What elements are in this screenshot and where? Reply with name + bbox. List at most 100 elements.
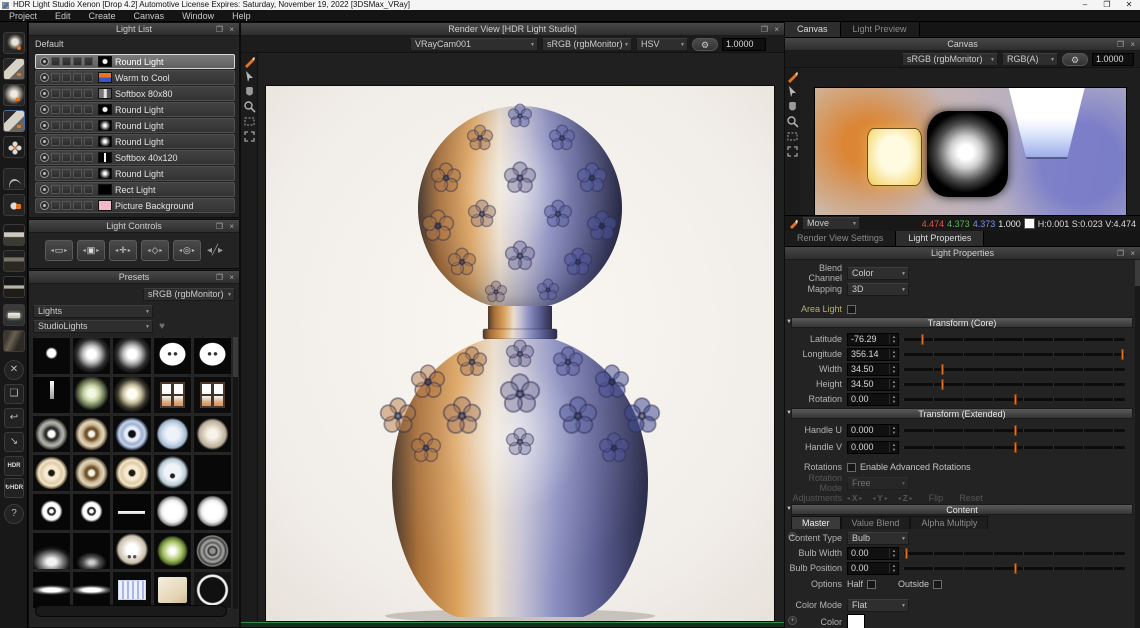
- preset-thumbnail[interactable]: [153, 376, 192, 414]
- light-list-row[interactable]: Softbox 40x120: [35, 150, 235, 165]
- tab-alpha-multiply[interactable]: Alpha Multiply: [910, 516, 988, 529]
- preset-thumbnail[interactable]: [153, 493, 192, 531]
- light-toggle-icon[interactable]: [51, 73, 60, 82]
- content-section[interactable]: Content: [791, 504, 1133, 515]
- close-panel-icon[interactable]: ×: [774, 25, 781, 34]
- spinner-icon[interactable]: ▲▼: [889, 394, 898, 404]
- light-list-row[interactable]: Rect Light: [35, 182, 235, 197]
- light-toggle-icon[interactable]: [84, 201, 93, 210]
- preset-thumbnail[interactable]: [32, 454, 71, 492]
- float-panel-icon[interactable]: ❐: [216, 273, 225, 282]
- rotation-value[interactable]: 0.00: [848, 394, 889, 404]
- slider-handle[interactable]: [1014, 442, 1017, 453]
- light-toggle-icon[interactable]: [73, 185, 82, 194]
- fit-view-icon[interactable]: [786, 145, 799, 158]
- light-group-label[interactable]: Default: [29, 36, 239, 52]
- preset-thumbnail[interactable]: [72, 415, 111, 453]
- cursor-tool-icon[interactable]: [786, 85, 799, 98]
- bulb-position-slider[interactable]: [903, 567, 1125, 570]
- tab-master[interactable]: Master: [791, 516, 841, 529]
- yellow-square-light[interactable]: [868, 129, 921, 185]
- blend-channel-select[interactable]: Color: [847, 267, 909, 280]
- preset-thumbnail[interactable]: [193, 337, 232, 375]
- light-toggle-icon[interactable]: [51, 121, 60, 130]
- light-toggle-icon[interactable]: [62, 89, 71, 98]
- tab-render-view-settings[interactable]: Render View Settings: [785, 231, 896, 246]
- light-toggle-icon[interactable]: [73, 121, 82, 130]
- light-power-toggle-icon[interactable]: [40, 153, 49, 162]
- light-toggle-icon[interactable]: [51, 89, 60, 98]
- light-toggle-icon[interactable]: [62, 73, 71, 82]
- preset-thumbnail[interactable]: [32, 532, 71, 570]
- bulb-width-slider[interactable]: [903, 552, 1125, 555]
- pan-tool-icon[interactable]: [243, 85, 256, 98]
- preset-thumbnail[interactable]: [112, 415, 151, 453]
- light-toggle-icon[interactable]: [62, 201, 71, 210]
- light-list-row[interactable]: Round Light: [35, 118, 235, 133]
- presets-library-select[interactable]: StudioLights: [33, 320, 153, 333]
- light-power-toggle-icon[interactable]: [40, 89, 49, 98]
- preset-thumbnail[interactable]: [112, 532, 151, 570]
- light-toggle-icon[interactable]: [84, 153, 93, 162]
- preset-thumbnail[interactable]: [153, 415, 192, 453]
- preset-thumbnail[interactable]: [193, 454, 232, 492]
- tab-light-properties[interactable]: Light Properties: [896, 231, 984, 246]
- preset-thumbnail[interactable]: [153, 532, 192, 570]
- light-list-row[interactable]: Round Light: [35, 134, 235, 149]
- rotate-light-button[interactable]: ◂◇▸: [141, 240, 169, 261]
- canvas-tool-select[interactable]: Move: [802, 217, 860, 230]
- handle-v-slider[interactable]: [903, 446, 1125, 449]
- slider-handle[interactable]: [1014, 425, 1017, 436]
- close-panel-icon[interactable]: ×: [229, 25, 236, 34]
- handle-u-value[interactable]: 0.000: [848, 425, 889, 435]
- preset-thumbnail[interactable]: [112, 571, 151, 609]
- light-power-toggle-icon[interactable]: [40, 57, 49, 66]
- width-value[interactable]: 34.50: [848, 364, 889, 374]
- light-toggle-icon[interactable]: [84, 105, 93, 114]
- outside-checkbox[interactable]: [933, 580, 942, 589]
- light-power-toggle-icon[interactable]: [40, 105, 49, 114]
- rect-light-tool-icon[interactable]: [3, 58, 25, 80]
- gradient-light-tool-icon[interactable]: [3, 250, 25, 272]
- tab-value-blend[interactable]: Value Blend: [841, 516, 911, 529]
- light-list-row[interactable]: Round Light: [35, 102, 235, 117]
- height-value[interactable]: 34.50: [848, 379, 889, 389]
- float-panel-icon[interactable]: ❐: [1117, 40, 1126, 49]
- preset-thumbnail[interactable]: [193, 376, 232, 414]
- presets-colorspace-select[interactable]: sRGB (rgbMonitor): [143, 288, 235, 301]
- light-toggle-icon[interactable]: [62, 169, 71, 178]
- preset-thumbnail[interactable]: [32, 571, 71, 609]
- preset-thumbnail[interactable]: [112, 376, 151, 414]
- light-toggle-icon[interactable]: [51, 185, 60, 194]
- rotation-slider[interactable]: [903, 398, 1125, 401]
- render-colorspace-select[interactable]: sRGB (rgbMonitor): [542, 38, 632, 51]
- light-toggle-icon[interactable]: [62, 57, 71, 66]
- scene-light-tool-icon[interactable]: [3, 330, 25, 352]
- slider-handle[interactable]: [921, 334, 924, 345]
- canvas-channel-select[interactable]: RGB(A): [1002, 53, 1058, 66]
- tab-canvas[interactable]: Canvas: [785, 22, 841, 37]
- redo-icon[interactable]: ↘: [4, 432, 24, 452]
- float-panel-icon[interactable]: ❐: [216, 222, 225, 231]
- gear-icon[interactable]: ⚙: [1062, 53, 1088, 66]
- light-toggle-icon[interactable]: [62, 121, 71, 130]
- light-toggle-icon[interactable]: [84, 185, 93, 194]
- render-exposure-value[interactable]: 1.0000: [723, 39, 765, 49]
- spinner-icon[interactable]: ▲▼: [889, 425, 898, 435]
- preset-thumbnail[interactable]: [32, 493, 71, 531]
- position-light-button[interactable]: ◂✛▸: [109, 240, 137, 261]
- menu-create[interactable]: Create: [80, 10, 125, 22]
- spinner-icon[interactable]: ▲▼: [889, 364, 898, 374]
- brush-tool-icon[interactable]: [243, 55, 256, 68]
- close-panel-icon[interactable]: ×: [1130, 40, 1137, 49]
- pan-tool-icon[interactable]: [786, 100, 799, 113]
- light-power-toggle-icon[interactable]: [40, 121, 49, 130]
- cluster-light-tool-icon[interactable]: [3, 136, 25, 158]
- slider-handle[interactable]: [1121, 349, 1124, 360]
- presets-vertical-scrollbar[interactable]: [233, 337, 238, 609]
- light-power-toggle-icon[interactable]: [40, 201, 49, 210]
- light-power-toggle-icon[interactable]: [40, 185, 49, 194]
- slider-handle[interactable]: [941, 364, 944, 375]
- light-toggle-icon[interactable]: [84, 57, 93, 66]
- preset-thumbnail[interactable]: [72, 337, 111, 375]
